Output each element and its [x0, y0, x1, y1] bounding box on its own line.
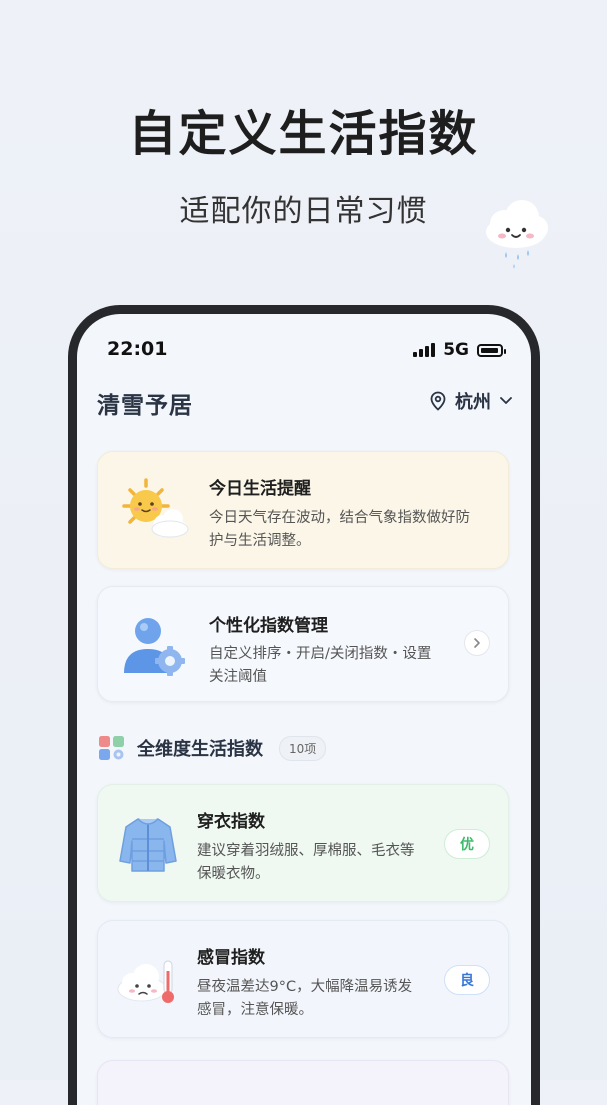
- network-type: 5G: [443, 340, 469, 360]
- phone-frame: 22:01 5G 清雪予居 杭州 今日生活提醒 今日天气存在波动，结合气象指数做…: [68, 305, 540, 1105]
- reminder-desc-line1: 今日天气存在波动，结合气象指数做好防: [209, 510, 470, 526]
- clothing-desc-line1: 建议穿着羽绒服、厚棉服、毛衣等: [197, 843, 415, 859]
- index-management-card[interactable]: 个性化指数管理 自定义排序・开启/关闭指数・设置 关注阈值: [97, 586, 509, 702]
- clothing-title: 穿衣指数: [197, 812, 265, 832]
- user-settings-icon: [124, 618, 185, 676]
- reminder-title: 今日生活提醒: [209, 479, 311, 499]
- manage-desc-line1: 自定义排序・开启/关闭指数・设置: [209, 646, 432, 662]
- city-label: 杭州: [455, 392, 491, 413]
- chevron-down-icon: [500, 397, 512, 404]
- manage-desc-line2: 关注阈值: [209, 669, 267, 685]
- cold-title: 感冒指数: [197, 948, 265, 968]
- signal-icon: [413, 343, 436, 357]
- index-card-clothing[interactable]: 穿衣指数 建议穿着羽绒服、厚棉服、毛衣等 保暖衣物。 优: [97, 784, 509, 902]
- index-card-cold[interactable]: 感冒指数 昼夜温差达9°C，大幅降温易诱发 感冒，注意保暖。 良: [97, 920, 509, 1038]
- section-title: 全维度生活指数: [137, 739, 263, 760]
- down-jacket-icon: [119, 818, 177, 872]
- cold-desc-line2: 感冒，注意保暖。: [197, 1002, 313, 1018]
- chevron-right-icon: [474, 638, 480, 648]
- index-card-next[interactable]: [97, 1060, 509, 1105]
- manage-open-button[interactable]: [464, 630, 490, 656]
- cloud-mascot-icon: [486, 200, 548, 269]
- section-header: 全维度生活指数 10项: [97, 734, 327, 762]
- clothing-desc-line2: 保暖衣物。: [197, 866, 270, 882]
- status-bar-right: 5G: [413, 338, 506, 362]
- sick-cloud-thermometer-icon: [117, 960, 174, 1003]
- reminder-desc-line2: 护与生活调整。: [209, 533, 311, 549]
- daily-reminder-card[interactable]: 今日生活提醒 今日天气存在波动，结合气象指数做好防 护与生活调整。: [97, 451, 509, 569]
- cold-level-badge: 良: [444, 965, 490, 995]
- cold-desc-line1: 昼夜温差达9°C，大幅降温易诱发: [197, 979, 413, 995]
- index-count-badge: 10项: [279, 735, 327, 761]
- promo-title: 自定义生活指数: [128, 106, 479, 162]
- manage-title: 个性化指数管理: [209, 616, 328, 636]
- app-title: 清雪予居: [97, 393, 193, 419]
- sun-cloud-icon: [122, 478, 189, 538]
- location-selector[interactable]: 杭州: [429, 388, 513, 414]
- category-grid-icon: [99, 736, 124, 760]
- location-pin-icon: [430, 391, 446, 411]
- status-time: 22:01: [107, 338, 168, 360]
- clothing-level-badge: 优: [444, 829, 490, 859]
- battery-icon: [477, 343, 506, 357]
